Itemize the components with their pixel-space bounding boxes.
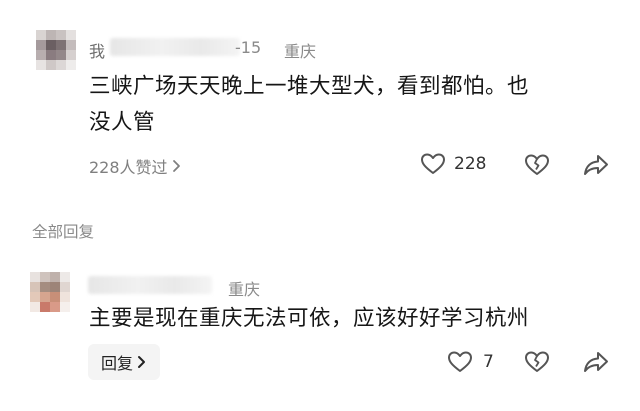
avatar[interactable] [36,30,76,70]
comment-date: -15 [235,38,262,57]
heart-icon[interactable] [447,350,473,374]
likes-summary-link[interactable]: 228人赞过 [89,154,182,178]
like-action[interactable]: 228 [420,152,486,176]
broken-heart-icon[interactable] [524,153,550,177]
reply-button[interactable]: 回复 [88,344,160,380]
likes-summary: 228人赞过 [89,158,168,177]
heart-icon[interactable] [420,152,446,176]
broken-heart-icon[interactable] [524,350,550,374]
share-icon[interactable] [583,350,609,374]
all-replies-label: 全部回复 [32,223,95,241]
comment-text: 主要是现在重庆无法可依，应该好好学习杭州 [89,306,530,331]
username-blurred [110,38,240,56]
comment-location: 重庆 [228,280,261,299]
comment-text-line: 三峡广场天天晚上一堆大型犬，看到都怕。也 [89,74,530,99]
share-icon[interactable] [583,153,609,177]
like-count: 7 [483,352,494,372]
like-action[interactable]: 7 [447,350,494,374]
chevron-right-icon [172,159,182,173]
comment-location: 重庆 [284,42,317,61]
avatar[interactable] [30,272,70,312]
chevron-right-icon [137,355,147,369]
like-count: 228 [454,154,487,174]
reply-button-label: 回复 [100,354,133,373]
username-blurred[interactable] [88,276,212,294]
comment-text: 三峡广场天天晚上一堆大型犬，看到都怕。也 没人管 [89,69,609,141]
username[interactable]: 我 [89,38,105,62]
comment-text-line: 没人管 [89,110,156,135]
